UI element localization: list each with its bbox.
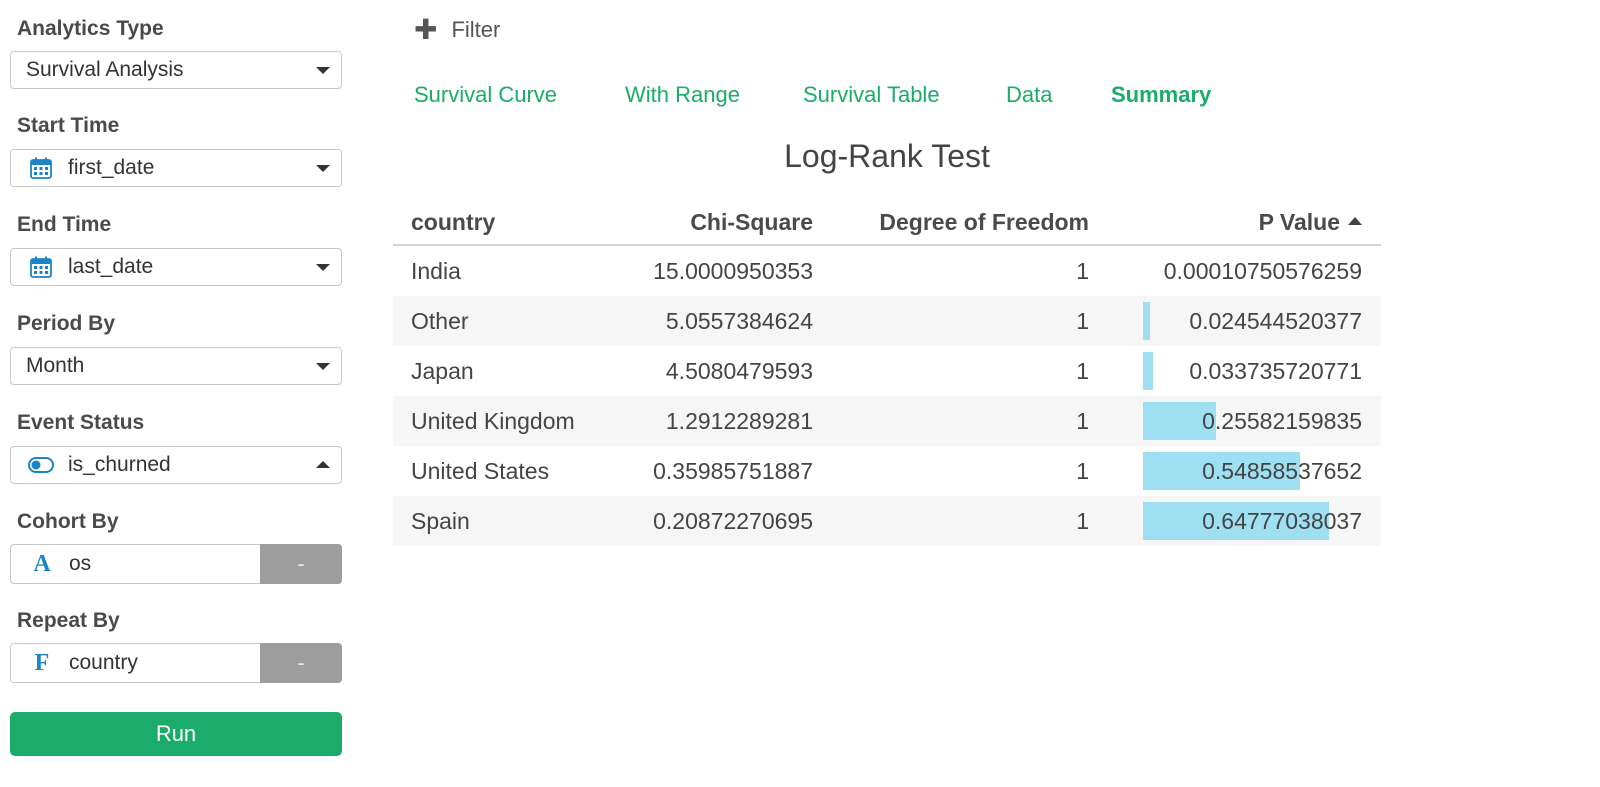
column-header-p-value[interactable]: P Value: [1259, 200, 1362, 244]
table-row: Other 5.0557384624 1 0.024544520377: [393, 296, 1381, 346]
calendar-icon: [28, 256, 54, 278]
sort-ascending-icon: [1348, 216, 1362, 225]
cell-country: United Kingdom: [411, 407, 575, 434]
start-time-select[interactable]: first_date: [10, 149, 342, 187]
cell-degree-of-freedom: 1: [1076, 257, 1089, 284]
chevron-up-icon: [316, 461, 330, 468]
tab-data[interactable]: Data: [1006, 82, 1052, 108]
chevron-down-icon: [316, 165, 330, 172]
cohort-by-select[interactable]: A os: [10, 544, 260, 584]
start-time-value: first_date: [68, 156, 155, 179]
tab-summary[interactable]: Summary: [1111, 82, 1211, 108]
analytics-type-label: Analytics Type: [17, 17, 164, 40]
chevron-down-icon: [316, 264, 330, 271]
filter-button[interactable]: ✚ Filter: [414, 16, 500, 44]
tab-with-range[interactable]: With Range: [625, 82, 740, 108]
cell-p-value: 0.64777038037: [1202, 507, 1362, 534]
cell-chi-square: 0.35985751887: [653, 457, 813, 484]
table-row: Spain 0.20872270695 1 0.64777038037: [393, 496, 1381, 546]
end-time-value: last_date: [68, 255, 154, 278]
text-type-icon: A: [33, 550, 51, 577]
cell-chi-square: 4.5080479593: [665, 357, 813, 384]
repeat-by-label: Repeat By: [17, 609, 120, 632]
cell-country: Other: [411, 307, 469, 334]
table-title: Log-Rank Test: [784, 138, 990, 174]
cell-chi-square: 1.2912289281: [665, 407, 813, 434]
factor-type-icon: F: [34, 649, 50, 676]
cell-degree-of-freedom: 1: [1076, 357, 1089, 384]
column-header-degree-of-freedom[interactable]: Degree of Freedom: [879, 200, 1089, 244]
cell-chi-square: 15.0000950353: [653, 257, 813, 284]
cell-degree-of-freedom: 1: [1076, 507, 1089, 534]
table-row: Japan 4.5080479593 1 0.033735720771: [393, 346, 1381, 396]
calendar-icon: [28, 157, 54, 179]
analytics-type-select[interactable]: Survival Analysis: [10, 51, 342, 89]
table-row: United States 0.35985751887 1 0.54858537652: [393, 446, 1381, 496]
table-row: United Kingdom 1.2912289281 1 0.25582159835: [393, 396, 1381, 446]
cohort-by-value: os: [69, 552, 92, 575]
repeat-by-field: F country -: [10, 643, 342, 683]
chevron-down-icon: [316, 67, 330, 74]
column-header-chi-square[interactable]: Chi-Square: [690, 200, 813, 244]
cell-p-value: 0.54858537652: [1202, 457, 1362, 484]
cell-p-value: 0.024544520377: [1189, 307, 1362, 334]
p-value-bar: [1143, 302, 1150, 340]
analytics-type-value: Survival Analysis: [26, 58, 184, 81]
repeat-by-remove-button[interactable]: -: [260, 643, 342, 683]
toggle-icon: [28, 457, 54, 473]
cell-country: Japan: [411, 357, 474, 384]
end-time-select[interactable]: last_date: [10, 248, 342, 286]
cell-degree-of-freedom: 1: [1076, 307, 1089, 334]
event-status-select[interactable]: is_churned: [10, 446, 342, 484]
period-by-select[interactable]: Month: [10, 347, 342, 385]
chevron-down-icon: [316, 363, 330, 370]
start-time-label: Start Time: [17, 114, 120, 137]
event-status-label: Event Status: [17, 411, 145, 434]
tab-survival-table[interactable]: Survival Table: [803, 82, 940, 108]
column-header-country[interactable]: country: [411, 200, 495, 244]
p-value-bar: [1143, 352, 1153, 390]
cell-p-value: 0.25582159835: [1202, 407, 1362, 434]
cohort-by-remove-button[interactable]: -: [260, 544, 342, 584]
table-body: India 15.0000950353 1 0.00010750576259 Other…: [393, 246, 1381, 546]
period-by-value: Month: [26, 354, 85, 377]
sidebar: Analytics Type Survival Analysis Start T…: [0, 0, 352, 787]
tab-survival-curve[interactable]: Survival Curve: [414, 82, 557, 108]
plus-icon: ✚: [414, 14, 438, 45]
end-time-label: End Time: [17, 213, 112, 236]
period-by-label: Period By: [17, 312, 116, 335]
filter-label: Filter: [451, 17, 501, 42]
repeat-by-value: country: [69, 651, 138, 674]
log-rank-table: country Chi-Square Degree of Freedom P V…: [393, 200, 1381, 546]
cell-p-value: 0.00010750576259: [1163, 257, 1362, 284]
cell-p-value: 0.033735720771: [1189, 357, 1362, 384]
table-header: country Chi-Square Degree of Freedom P V…: [393, 200, 1381, 246]
cell-country: United States: [411, 457, 550, 484]
table-row: India 15.0000950353 1 0.00010750576259: [393, 246, 1381, 296]
cell-degree-of-freedom: 1: [1076, 457, 1089, 484]
cell-country: Spain: [411, 507, 470, 534]
cohort-by-field: A os -: [10, 544, 342, 584]
repeat-by-select[interactable]: F country: [10, 643, 260, 683]
p-value-header-label: P Value: [1258, 208, 1340, 235]
cell-country: India: [411, 257, 461, 284]
cohort-by-label: Cohort By: [17, 510, 119, 533]
cell-chi-square: 0.20872270695: [653, 507, 813, 534]
cell-degree-of-freedom: 1: [1076, 407, 1089, 434]
event-status-value: is_churned: [68, 453, 171, 476]
cell-chi-square: 5.0557384624: [665, 307, 813, 334]
run-button[interactable]: Run: [10, 712, 342, 756]
